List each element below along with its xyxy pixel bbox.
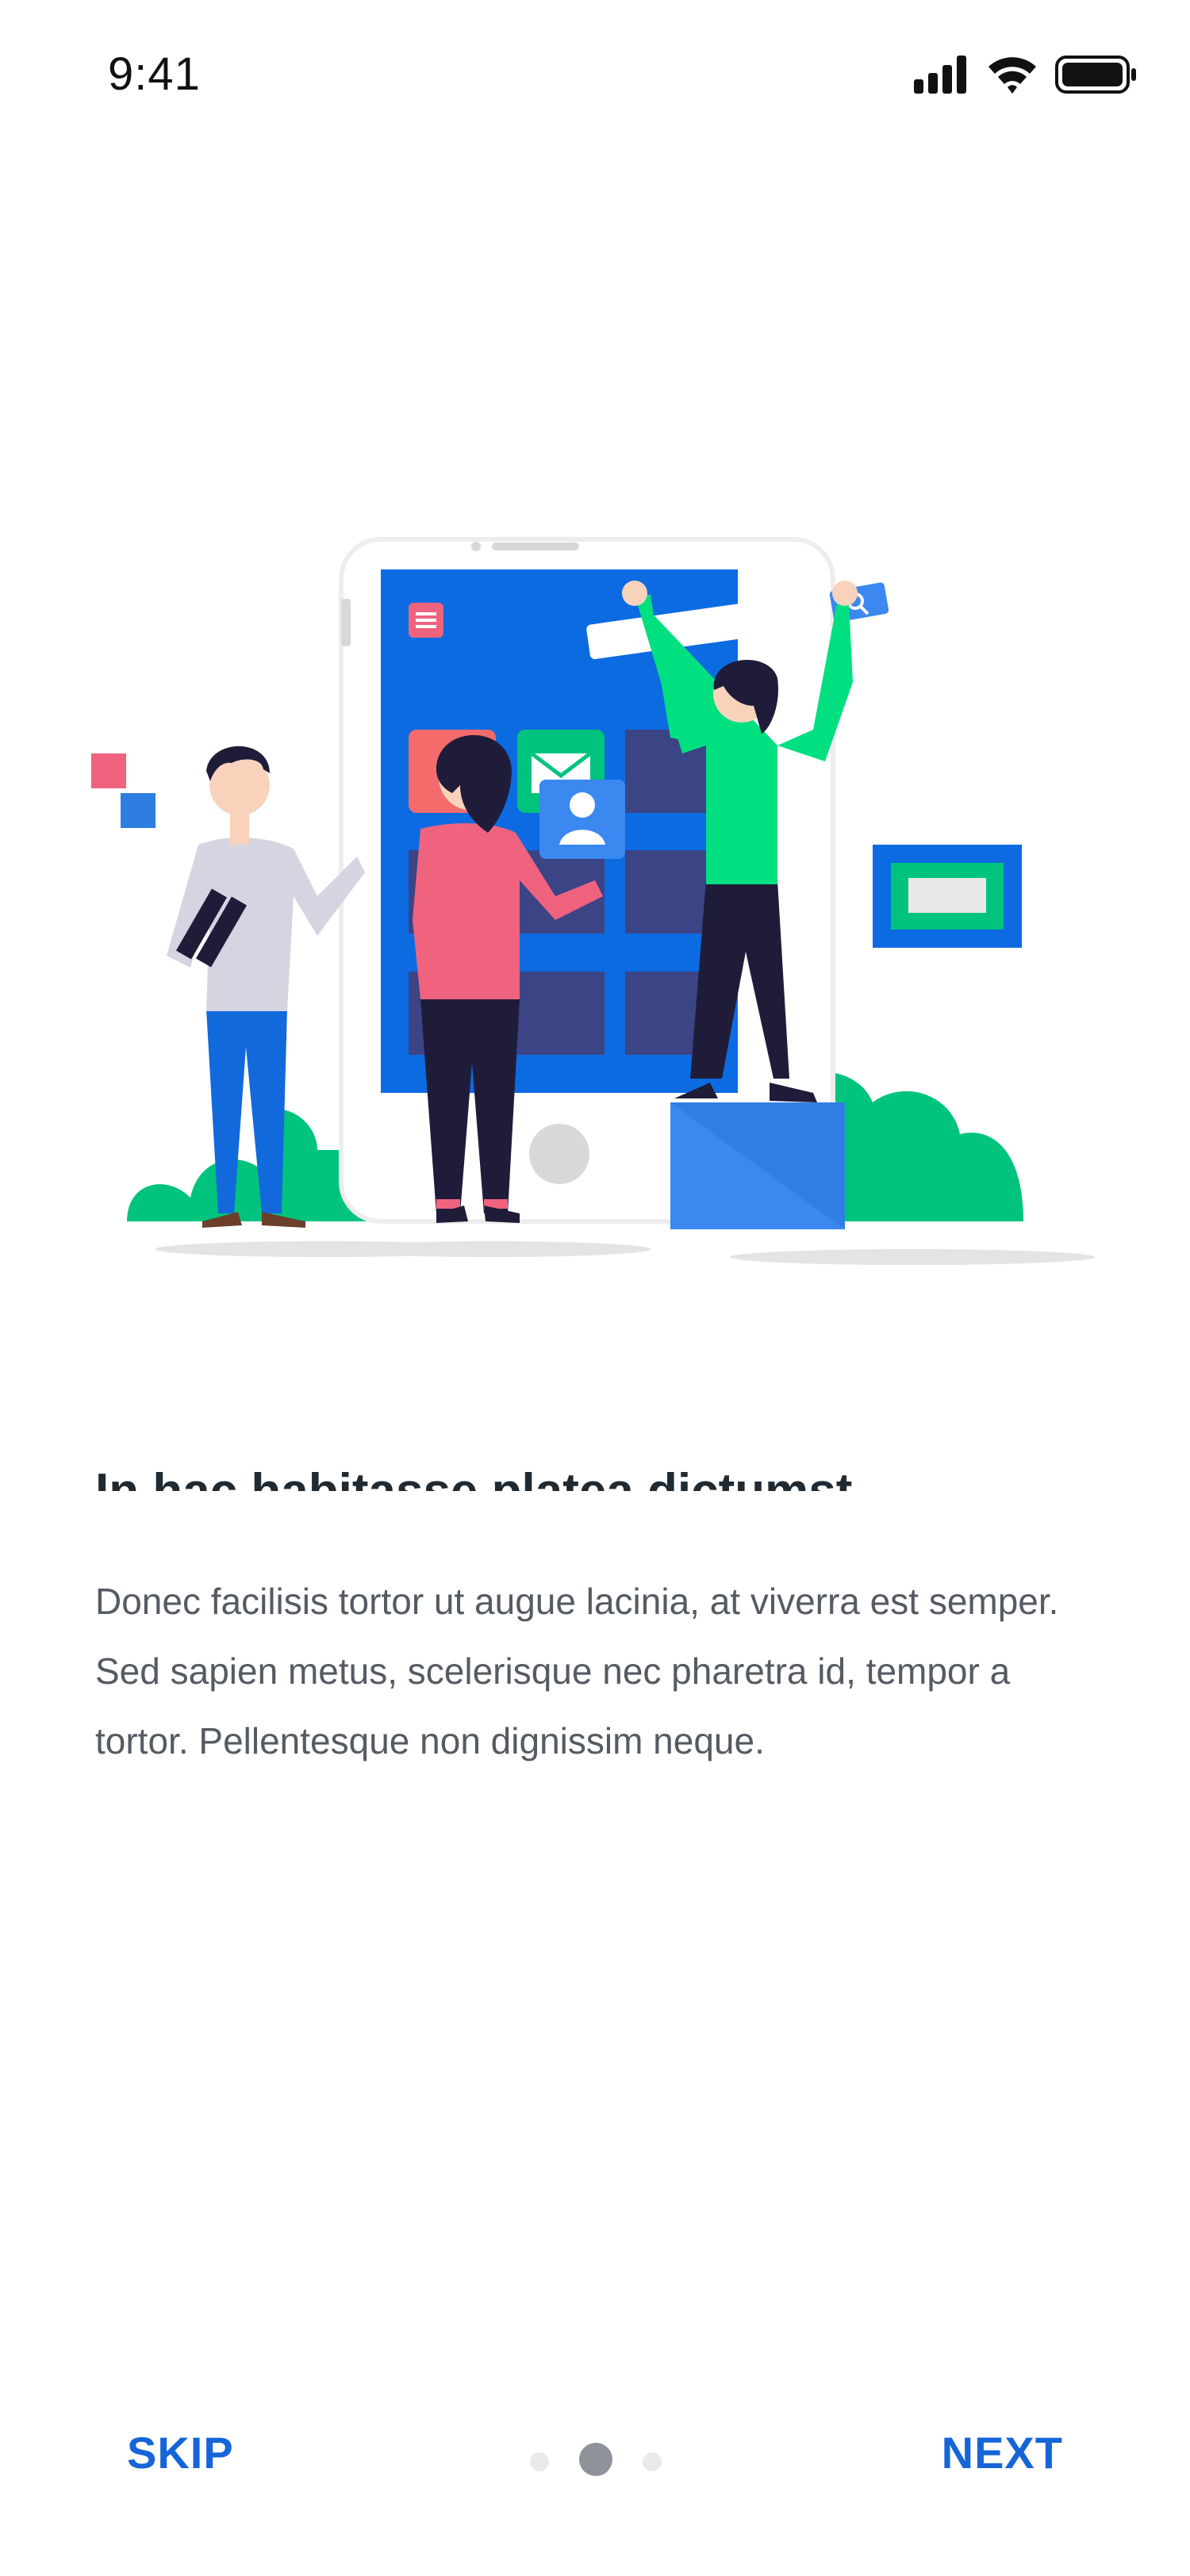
next-button[interactable]: NEXT	[942, 2427, 1063, 2478]
cellular-signal-icon	[914, 56, 966, 94]
page-indicator	[527, 2443, 670, 2476]
page-dot-2-active[interactable]	[579, 2443, 612, 2476]
team-building-app-illustration	[91, 537, 1095, 1265]
wifi-icon	[988, 57, 1036, 94]
onboarding-footer: SKIP NEXT	[0, 2411, 1190, 2506]
description-text: Donec facilisis tortor ut augue lacinia,…	[95, 1581, 1059, 1761]
page-title: In hac habitasse platea dictumst	[95, 1456, 1095, 1491]
page-dot-3[interactable]	[643, 2452, 662, 2471]
skip-button[interactable]: SKIP	[127, 2427, 234, 2478]
status-bar: 9:41	[0, 0, 1190, 151]
battery-icon	[1055, 56, 1136, 94]
page-dot-1[interactable]	[530, 2452, 549, 2471]
status-icons	[914, 56, 1136, 94]
status-time: 9:41	[108, 48, 201, 100]
